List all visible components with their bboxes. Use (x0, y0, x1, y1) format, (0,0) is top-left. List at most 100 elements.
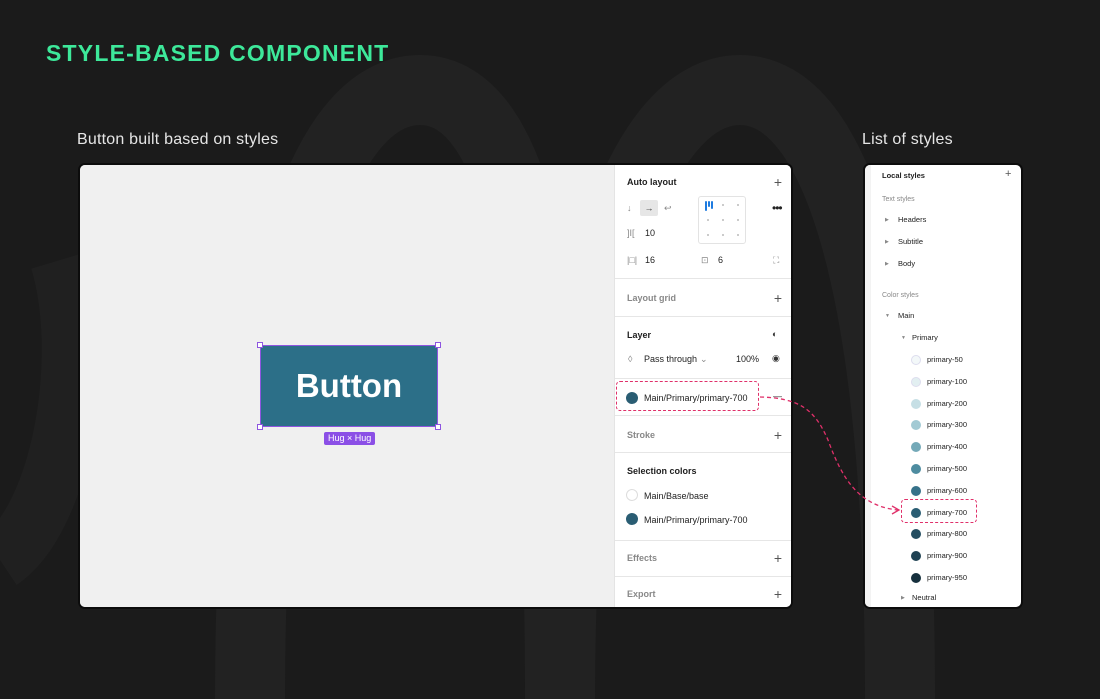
color-style-item[interactable]: primary-400 (865, 439, 1021, 455)
local-styles-frame: Local styles + Text styles ▶ Headers ▶ S… (863, 163, 1023, 609)
chevron-down-icon[interactable]: ⌄ (700, 354, 708, 365)
resize-handle-tl[interactable] (257, 342, 263, 348)
color-styles-title: Color styles (882, 292, 919, 299)
selection-color-label-primary-700[interactable]: Main/Primary/primary-700 (644, 515, 748, 525)
align-dot (707, 234, 709, 236)
color-style-item[interactable]: primary-800 (865, 526, 1021, 542)
caret-right-icon: ▶ (901, 595, 905, 601)
design-canvas[interactable]: Button Hug × Hug (80, 165, 614, 607)
align-dot (722, 234, 724, 236)
caption-button-built: Button built based on styles (77, 131, 279, 148)
color-style-label: primary-950 (927, 573, 968, 582)
opacity-value[interactable]: 100% (736, 354, 759, 364)
layer-section: Layer ◐ ◊ Pass through ⌄ 100% ◉ (615, 317, 791, 379)
auto-layout-title: Auto layout (627, 177, 677, 187)
color-style-item[interactable]: primary-950 (865, 570, 1021, 586)
button-component[interactable]: Button (260, 345, 438, 427)
button-component-selection[interactable]: Button (257, 342, 441, 430)
selection-colors-title: Selection colors (627, 466, 697, 476)
local-styles-title: Local styles (882, 171, 925, 180)
color-style-item[interactable]: primary-900 (865, 548, 1021, 564)
selection-color-swatch-base[interactable] (626, 489, 638, 501)
selection-color-label-base[interactable]: Main/Base/base (644, 491, 709, 501)
visibility-eye-icon[interactable]: ◉ (772, 353, 780, 364)
color-style-item[interactable]: primary-200 (865, 396, 1021, 412)
color-swatch (911, 529, 921, 540)
add-export-icon[interactable]: + (774, 587, 782, 601)
color-style-label: primary-400 (927, 442, 968, 452)
color-swatch (911, 551, 921, 562)
layer-options-icon[interactable]: ◐ (772, 329, 777, 339)
color-swatch (911, 573, 921, 583)
color-group-main[interactable]: ▼ Main (865, 308, 1021, 324)
color-group-primary[interactable]: ▼ Primary (865, 330, 1021, 346)
detach-style-icon[interactable]: — (773, 391, 782, 401)
color-style-label: primary-100 (927, 376, 968, 386)
padding-vertical-value[interactable]: 6 (718, 255, 723, 265)
export-title: Export (627, 589, 656, 599)
blend-mode-select[interactable]: Pass through (644, 354, 697, 364)
add-effect-icon[interactable]: + (774, 551, 782, 565)
text-style-item[interactable]: ▶ Headers (865, 212, 1021, 228)
color-swatch (911, 485, 921, 496)
color-style-item[interactable]: primary-500 (865, 461, 1021, 477)
color-swatch (911, 464, 921, 474)
color-group-neutral[interactable]: ▶ Neutral (865, 590, 1021, 606)
stroke-title: Stroke (627, 430, 656, 440)
clip-content-icon[interactable]: ⛶ (773, 255, 779, 266)
add-stroke-icon[interactable]: + (774, 428, 782, 442)
layout-grid-title: Layout grid (627, 293, 676, 303)
align-bar-2 (708, 201, 710, 207)
color-style-label: primary-300 (927, 420, 968, 430)
align-dot (722, 204, 724, 206)
direction-horizontal-icon[interactable]: → (640, 200, 658, 216)
stroke-section: Stroke + (615, 416, 791, 453)
direction-wrap-icon[interactable]: ↩ (664, 203, 672, 214)
page-title: STYLE-BASED COMPONENT (46, 40, 390, 66)
color-style-item[interactable]: primary-600 (865, 483, 1021, 499)
add-style-icon[interactable]: + (1005, 168, 1011, 180)
more-options-icon[interactable]: ••• (772, 201, 783, 215)
color-group-main-label: Main (898, 311, 915, 320)
auto-layout-section: Auto layout + ↓ → ↩ ]I[ 10 |□| 16 ⊡ 6 ••… (615, 165, 791, 279)
color-style-item[interactable]: primary-300 (865, 417, 1021, 433)
caret-down-icon: ▼ (885, 313, 890, 319)
gap-value[interactable]: 10 (645, 228, 655, 238)
gap-icon: ]I[ (627, 228, 635, 238)
text-style-item[interactable]: ▶ Body (865, 256, 1021, 272)
align-dot (722, 219, 724, 221)
direction-vertical-icon[interactable]: ↓ (627, 203, 632, 213)
color-style-item[interactable]: primary-50 (865, 352, 1021, 368)
resize-handle-br[interactable] (435, 424, 441, 430)
text-style-item[interactable]: ▶ Subtitle (865, 234, 1021, 250)
color-swatch (911, 398, 921, 409)
add-auto-layout-icon[interactable]: + (774, 175, 782, 189)
align-dot (737, 219, 739, 221)
caret-right-icon: ▶ (885, 261, 889, 267)
align-dot (707, 219, 709, 221)
selection-color-swatch-primary-700[interactable] (626, 513, 638, 525)
export-section: Export + (615, 577, 791, 607)
effects-section: Effects + (615, 540, 791, 577)
text-style-label: Body (898, 259, 916, 268)
add-layout-grid-icon[interactable]: + (774, 291, 782, 305)
caret-down-icon: ▼ (901, 335, 906, 341)
align-bar-1 (705, 201, 707, 211)
color-style-label: primary-500 (927, 464, 968, 473)
text-style-label: Headers (898, 215, 927, 224)
resize-handle-bl[interactable] (257, 424, 263, 430)
resize-handle-tr[interactable] (435, 342, 441, 348)
color-style-item[interactable]: primary-100 (865, 374, 1021, 390)
align-dot (737, 204, 739, 206)
color-style-label: primary-200 (927, 398, 968, 408)
caret-right-icon: ▶ (885, 217, 889, 223)
highlight-fill-style (616, 381, 759, 411)
padding-horizontal-value[interactable]: 16 (645, 255, 655, 265)
caption-list-of-styles: List of styles (862, 131, 953, 148)
alignment-grid[interactable] (698, 196, 746, 244)
padding-horizontal-icon: |□| (627, 255, 638, 265)
color-swatch (911, 376, 921, 387)
color-style-label: primary-50 (927, 355, 963, 364)
text-styles-title: Text styles (882, 196, 915, 203)
highlight-primary-700 (901, 499, 977, 523)
